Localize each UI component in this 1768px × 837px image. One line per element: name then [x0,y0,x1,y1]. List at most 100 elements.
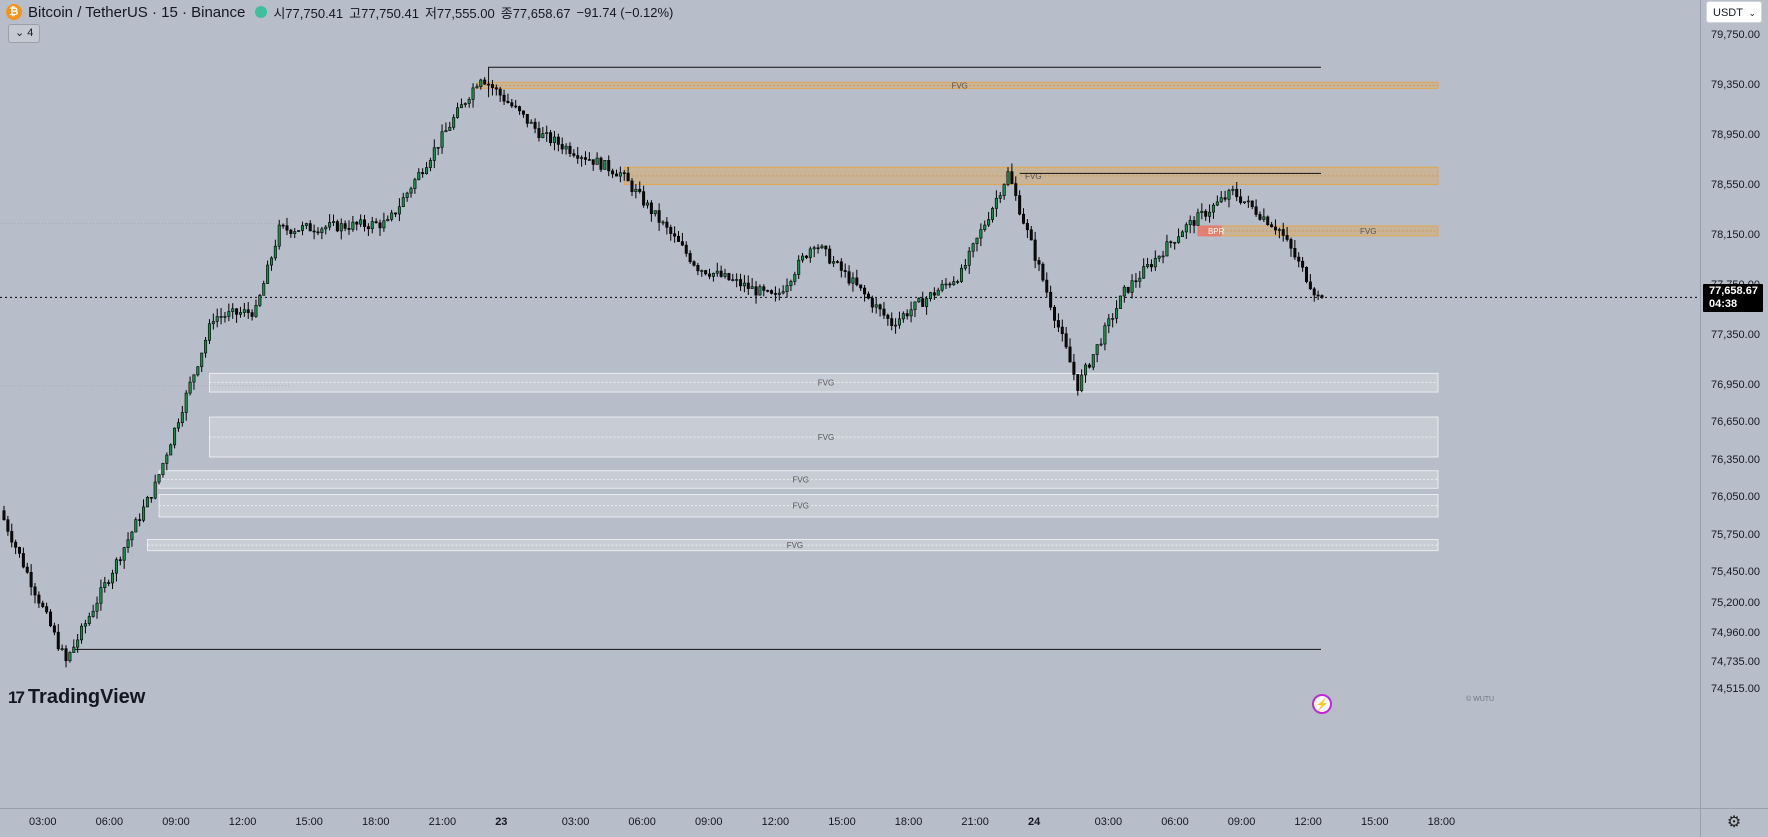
tradingview-logo[interactable]: 17 TradingView [8,686,145,709]
candle-body[interactable] [936,289,940,296]
candle-body[interactable] [715,270,719,274]
candle-body[interactable] [413,179,417,189]
candle-body[interactable] [459,104,463,109]
candle-body[interactable] [21,553,25,568]
candle-body[interactable] [1200,210,1204,213]
candle-body[interactable] [483,79,487,85]
candle-body[interactable] [2,510,6,521]
candle-body[interactable] [1157,255,1161,259]
candle-body[interactable] [6,519,10,532]
candle-body[interactable] [289,229,293,234]
candle-body[interactable] [894,324,898,327]
candle-body[interactable] [537,128,541,138]
candle-body[interactable] [405,192,409,198]
candle-body[interactable] [1192,220,1196,226]
candle-body[interactable] [750,286,754,289]
candle-body[interactable] [273,245,277,259]
candle-body[interactable] [545,132,549,134]
candle-body[interactable] [948,283,952,286]
candle-body[interactable] [832,261,836,264]
candle-body[interactable] [335,221,339,232]
candle-body[interactable] [320,228,324,234]
candle-body[interactable] [1258,214,1262,220]
candle-body[interactable] [250,312,254,317]
candle-body[interactable] [917,298,921,303]
candle-body[interactable] [1072,361,1076,375]
candle-body[interactable] [835,261,839,263]
candle-body[interactable] [211,321,215,325]
candle-body[interactable] [1153,257,1157,268]
candle-body[interactable] [665,221,669,228]
candle-body[interactable] [568,145,572,154]
candle-body[interactable] [45,606,49,613]
candle-body[interactable] [901,313,905,320]
candle-body[interactable] [347,228,351,230]
candle-body[interactable] [746,282,750,289]
candle-body[interactable] [708,273,712,277]
candle-body[interactable] [432,147,436,161]
candle-body[interactable] [622,172,626,175]
candle-body[interactable] [1122,286,1126,297]
candle-body[interactable] [1281,229,1285,236]
candle-body[interactable] [161,463,165,475]
candle-body[interactable] [824,245,828,250]
candle-body[interactable] [409,188,413,194]
candle-body[interactable] [1037,260,1041,265]
candle-body[interactable] [312,230,316,233]
candle-body[interactable] [847,271,851,284]
candle-body[interactable] [564,145,568,150]
candle-body[interactable] [1056,320,1060,328]
candle-body[interactable] [452,117,456,128]
candle-body[interactable] [254,305,258,317]
candle-body[interactable] [169,444,173,456]
candle-body[interactable] [487,83,491,86]
candle-body[interactable] [1180,231,1184,237]
candle-body[interactable] [533,121,537,129]
candle-body[interactable] [777,292,781,295]
candle-body[interactable] [983,224,987,230]
candle-body[interactable] [390,212,394,220]
candle-body[interactable] [940,283,944,291]
candle-body[interactable] [83,623,87,627]
candle-body[interactable] [1033,239,1037,261]
candle-body[interactable] [1242,201,1246,204]
candle-body[interactable] [444,130,448,133]
candle-body[interactable] [1301,260,1305,268]
candle-body[interactable] [1126,286,1130,293]
candle-body[interactable] [126,539,130,548]
candle-body[interactable] [95,602,99,612]
candle-body[interactable] [913,301,917,311]
candle-body[interactable] [440,131,444,148]
candle-body[interactable] [1196,212,1200,226]
candle-body[interactable] [1173,242,1177,244]
candle-body[interactable] [498,88,502,96]
candle-body[interactable] [859,284,863,289]
candle-body[interactable] [653,210,657,215]
candle-body[interactable] [165,454,169,464]
candle-body[interactable] [324,226,328,230]
candle-body[interactable] [521,110,525,115]
candle-body[interactable] [41,602,45,607]
candle-body[interactable] [890,318,894,326]
candle-body[interactable] [258,295,262,306]
candle-body[interactable] [789,281,793,286]
candle-body[interactable] [959,267,963,282]
candle-body[interactable] [359,219,363,225]
candle-body[interactable] [269,257,273,266]
candle-body[interactable] [87,616,91,624]
candle-body[interactable] [711,272,715,277]
candle-body[interactable] [905,313,909,317]
candle-body[interactable] [603,160,607,170]
candle-body[interactable] [979,229,983,239]
candle-body[interactable] [242,309,246,313]
candle-body[interactable] [10,531,14,543]
candle-body[interactable] [688,253,692,262]
candle-body[interactable] [192,374,196,383]
candle-body[interactable] [928,292,932,299]
candle-body[interactable] [1076,374,1080,391]
candle-body[interactable] [611,170,615,175]
candle-body[interactable] [762,286,766,291]
candle-body[interactable] [1246,200,1250,203]
candle-body[interactable] [994,197,998,209]
candle-body[interactable] [1188,220,1192,226]
